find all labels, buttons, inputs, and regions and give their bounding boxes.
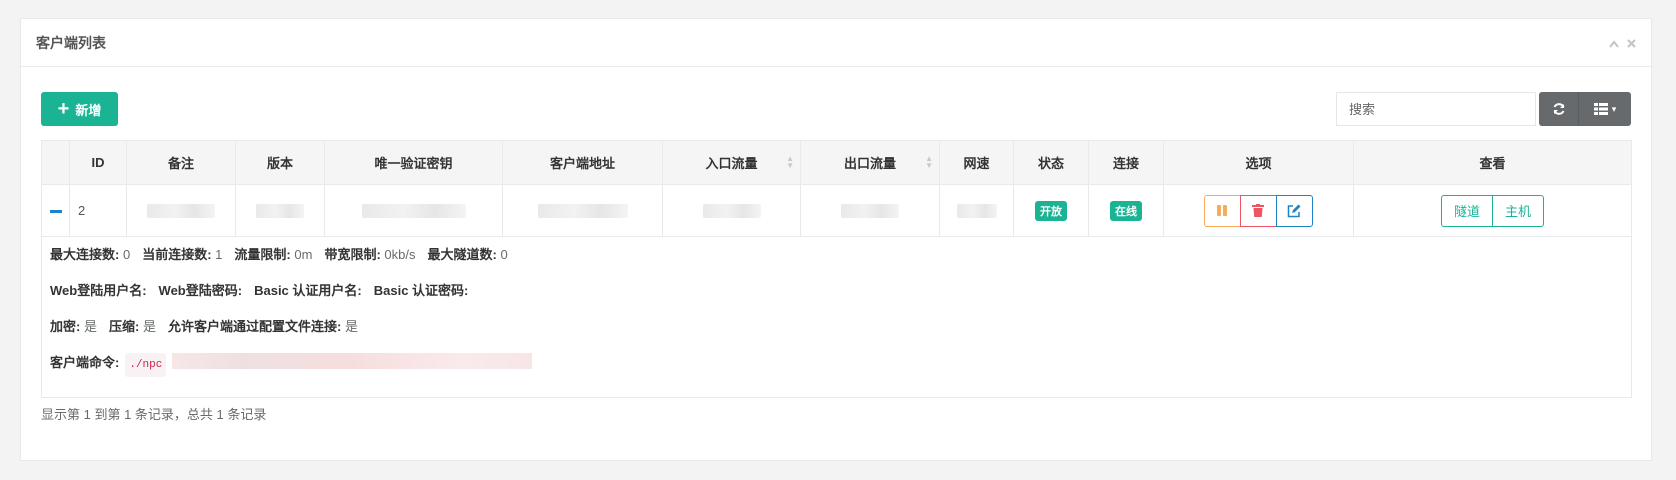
refresh-button[interactable] [1539, 92, 1579, 126]
delete-button[interactable] [1239, 194, 1277, 227]
host-button[interactable]: 主机 [1492, 194, 1545, 227]
th-speed[interactable]: 网速 [939, 140, 1014, 185]
th-inflow[interactable]: 入口流量 ▲ ▼ [662, 140, 801, 185]
detail-item: 带宽限制: 0kb/s [324, 247, 416, 262]
detail-item: Web登陆密码: [158, 283, 243, 298]
th-outflow[interactable]: 出口流量 ▲ ▼ [800, 140, 940, 185]
command-code: ./npc [125, 353, 167, 377]
add-button[interactable]: + 新增 [41, 92, 118, 126]
th-client-addr[interactable]: 客户端地址 [502, 140, 663, 185]
cell-status: 开放 [1013, 184, 1089, 237]
panel-header: 客户端列表 [21, 19, 1651, 67]
detail-item: 允许客户端通过配置文件连接: 是 [167, 319, 358, 334]
client-list-panel: 客户端列表 + 新增 搜索 ▾ ID 备注 版本 唯一验证密钥 客户端地址 入口… [20, 18, 1652, 461]
detail-item: 压缩: 是 [108, 319, 156, 334]
sort-icon[interactable]: ▲ ▼ [786, 155, 794, 170]
close-icon[interactable] [1627, 35, 1636, 51]
detail-line-flags: 加密: 是 压缩: 是 允许客户端通过配置文件连接: 是 [50, 317, 1623, 353]
toolbar: + 新增 ▾ [41, 92, 1631, 126]
detail-item: Basic 认证密码: [373, 283, 469, 298]
cell-client-addr [502, 184, 663, 237]
table-tools: ▾ [1539, 92, 1631, 126]
th-remark[interactable]: 备注 [126, 140, 236, 185]
redacted-value [702, 204, 761, 219]
client-table: ID 备注 版本 唯一验证密钥 客户端地址 入口流量 ▲ ▼ 出口流量 ▲ ▼ 网速 状… [41, 140, 1632, 398]
detail-item: Basic 认证用户名: [254, 283, 362, 298]
expand-cell [41, 184, 70, 237]
collapse-minus-icon[interactable] [49, 210, 62, 214]
status-badge: 开放 [1035, 200, 1067, 221]
columns-icon [1593, 103, 1608, 115]
caret-down-icon: ▾ [1611, 103, 1617, 114]
sort-icon[interactable]: ▲ ▼ [925, 155, 933, 170]
th-outflow-label: 出口流量 [843, 156, 896, 171]
detail-item: 加密: 是 [50, 319, 97, 334]
redacted-value [147, 204, 215, 219]
detail-line-auth: Web登陆用户名: Web登陆密码: Basic 认证用户名: Basic 认证… [50, 281, 1623, 317]
cell-connection: 在线 [1088, 184, 1164, 237]
plus-icon: + [57, 98, 70, 120]
cell-view: 隧道 主机 [1353, 184, 1632, 237]
cell-outflow [800, 184, 940, 237]
detail-item: Web登陆用户名: [50, 283, 147, 298]
panel-tools [1609, 35, 1636, 51]
connection-badge: 在线 [1110, 200, 1142, 221]
th-connection[interactable]: 连接 [1088, 140, 1164, 185]
cell-id: 2 [69, 184, 127, 237]
edit-icon [1287, 204, 1301, 217]
add-button-label: 新增 [75, 102, 102, 118]
th-options[interactable]: 选项 [1163, 140, 1354, 185]
detail-item: 最大隧道数: 0 [427, 247, 508, 262]
detail-item: 流量限制: 0m [234, 247, 313, 262]
columns-button[interactable]: ▾ [1579, 92, 1631, 126]
th-verify-key[interactable]: 唯一验证密钥 [324, 140, 503, 185]
th-version[interactable]: 版本 [235, 140, 325, 185]
chevron-up-icon[interactable] [1609, 35, 1619, 51]
detail-row: 最大连接数: 0 当前连接数: 1 流量限制: 0m 带宽限制: 0kb/s 最… [41, 236, 1632, 398]
edit-button[interactable] [1275, 194, 1313, 227]
search-input[interactable] [1336, 92, 1536, 126]
tunnel-button[interactable]: 隧道 [1440, 194, 1493, 227]
detail-line-limits: 最大连接数: 0 当前连接数: 1 流量限制: 0m 带宽限制: 0kb/s 最… [50, 245, 1623, 281]
redacted-value [841, 204, 899, 219]
pause-button[interactable] [1203, 194, 1241, 227]
redacted-value [361, 204, 466, 219]
th-view[interactable]: 查看 [1353, 140, 1632, 185]
pause-icon [1217, 205, 1227, 216]
th-status[interactable]: 状态 [1013, 140, 1089, 185]
detail-item: 最大连接数: 0 [50, 247, 131, 262]
detail-cell: 最大连接数: 0 当前连接数: 1 流量限制: 0m 带宽限制: 0kb/s 最… [41, 236, 1632, 398]
detail-item: 当前连接数: 1 [142, 247, 223, 262]
trash-icon [1252, 204, 1264, 217]
table-header-row: ID 备注 版本 唯一验证密钥 客户端地址 入口流量 ▲ ▼ 出口流量 ▲ ▼ 网速 状… [41, 140, 1632, 185]
th-expand [41, 140, 70, 185]
redacted-value [956, 204, 997, 219]
panel-title: 客户端列表 [36, 34, 106, 51]
detail-line-command: 客户端命令: ./npc [50, 353, 1623, 389]
redacted-value [537, 204, 628, 219]
table-row: 2 开放 在线 隧道 主机 [41, 184, 1632, 237]
redacted-command [172, 353, 533, 369]
cell-verify-key [324, 184, 503, 237]
cell-inflow [662, 184, 801, 237]
cell-remark [126, 184, 236, 237]
pagination-summary: 显示第 1 到第 1 条记录，总共 1 条记录 [41, 407, 267, 422]
options-group [1203, 194, 1313, 227]
cell-version [235, 184, 325, 237]
th-id[interactable]: ID [69, 140, 127, 185]
cell-speed [939, 184, 1014, 237]
refresh-icon [1553, 103, 1564, 115]
th-inflow-label: 入口流量 [705, 156, 758, 171]
cell-options [1163, 184, 1354, 237]
redacted-value [256, 204, 304, 219]
command-label: 客户端命令: [50, 355, 120, 370]
